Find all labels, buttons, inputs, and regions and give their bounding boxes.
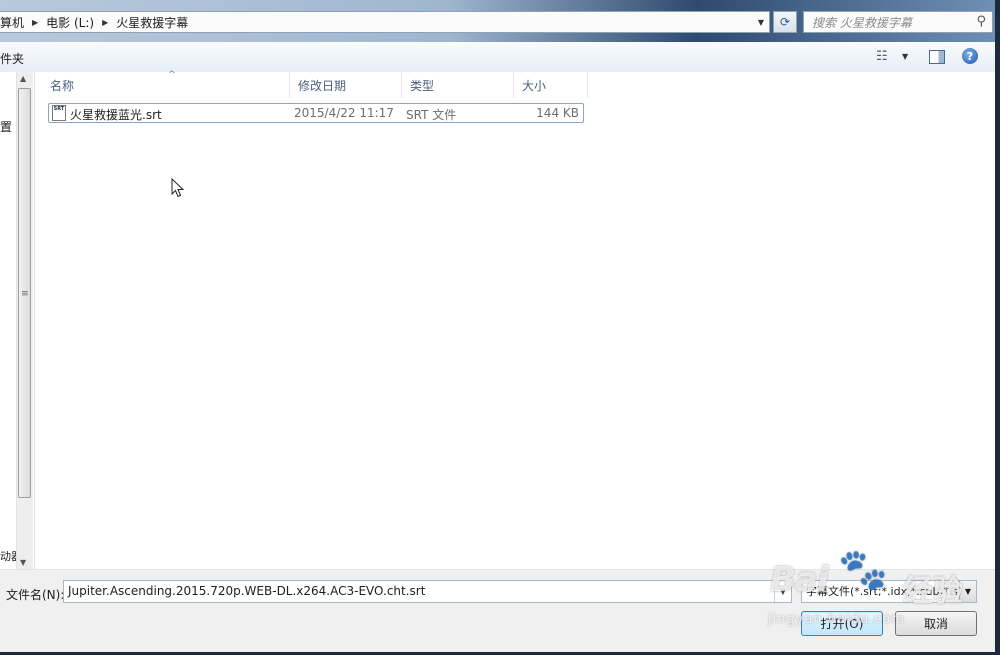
file-type-select[interactable]: 字幕文件(*.srt;*.idx;*.sub;*.sup ▼ [801,580,977,603]
column-label: 大小 [522,78,547,93]
nav-item-settings[interactable]: 置 [0,118,12,135]
dialog-footer: 文件名(N): Jupiter.Ascending.2015.720p.WEB-… [0,569,995,652]
column-header-modified[interactable]: 修改日期 [290,72,402,98]
address-strip: 算机 ▶ 电影 (L:) ▶ 火星救援字幕 ▼ ⟳ 搜索 火星救援字幕 ⚲ [0,0,995,42]
column-label: 名称 [50,78,75,93]
grip-icon: ≡ [21,289,29,299]
scroll-down-icon[interactable]: ▼ [20,558,26,567]
new-folder-button[interactable]: 件夹 [0,50,24,67]
help-icon[interactable]: ? [962,48,978,64]
column-header-type[interactable]: 类型 [402,72,514,98]
file-modified: 2015/4/22 11:17 [294,106,394,120]
search-input[interactable]: 搜索 火星救援字幕 ⚲ [803,11,993,33]
file-size: 144 KB [536,106,579,120]
column-header-size[interactable]: 大小 [514,72,588,98]
filename-label: 文件名(N): [6,588,65,602]
chevron-right-icon[interactable]: ▶ [102,18,108,27]
refresh-icon: ⟳ [779,15,791,29]
breadcrumb-folder[interactable]: 火星救援字幕 [116,14,188,31]
nav-scrollbar[interactable]: ▲ ≡ ▼ [16,72,33,569]
breadcrumb-drive[interactable]: 电影 (L:) ▶ [46,14,116,31]
scrollbar-thumb[interactable]: ≡ [18,88,31,498]
breadcrumb-label: 电影 (L:) [46,15,95,30]
filename-field[interactable]: Jupiter.Ascending.2015.720p.WEB-DL.x264.… [63,580,792,603]
table-row[interactable]: SRT 火星救援蓝光.srt 2015/4/22 11:17 SRT 文件 14… [48,103,584,123]
address-history-dropdown[interactable]: ▼ [753,12,769,32]
chevron-down-icon[interactable]: ▼ [902,52,908,61]
open-file-dialog: 算机 ▶ 电影 (L:) ▶ 火星救援字幕 ▼ ⟳ 搜索 火星救援字幕 ⚲ 件夹 ☷… [0,0,995,652]
column-label: 类型 [410,78,435,93]
breadcrumb-label: 算机 [0,15,25,30]
navigation-pane: 置 动器 ▲ ≡ ▼ [0,72,35,569]
open-button[interactable]: 打开(O) [801,611,883,636]
file-type-value: 字幕文件(*.srt;*.idx;*.sub;*.sup [806,585,972,598]
cancel-button[interactable]: 取消 [895,611,977,636]
chevron-down-icon[interactable]: ▼ [959,581,976,602]
column-label: 修改日期 [298,78,347,93]
command-toolbar: 件夹 ☷ ▼ ? [0,42,995,73]
address-bar[interactable]: 算机 ▶ 电影 (L:) ▶ 火星救援字幕 ▼ [0,11,770,33]
breadcrumb-computer[interactable]: 算机 ▶ [0,14,46,31]
srt-file-icon: SRT [52,105,66,121]
sort-ascending-icon: ^ [168,70,176,80]
file-name: 火星救援蓝光.srt [70,108,162,122]
chevron-down-icon[interactable]: ▼ [774,581,791,602]
refresh-button[interactable]: ⟳ [773,11,797,33]
preview-pane-icon[interactable] [929,50,945,64]
mouse-cursor-icon [171,178,185,198]
file-list: 名称 ^ 修改日期 类型 大小 SRT 火星救援蓝光.srt 2015/4/22… [35,70,995,569]
scroll-up-icon[interactable]: ▲ [20,74,26,83]
view-options-icon[interactable]: ☷ [876,49,888,64]
filename-value: Jupiter.Ascending.2015.720p.WEB-DL.x264.… [68,584,426,598]
file-type: SRT 文件 [406,108,457,122]
search-placeholder: 搜索 火星救援字幕 [812,15,912,30]
chevron-right-icon[interactable]: ▶ [32,18,38,27]
search-icon[interactable]: ⚲ [976,14,986,29]
breadcrumb-label: 火星救援字幕 [116,15,189,30]
column-header-name[interactable]: 名称 ^ [42,70,290,98]
